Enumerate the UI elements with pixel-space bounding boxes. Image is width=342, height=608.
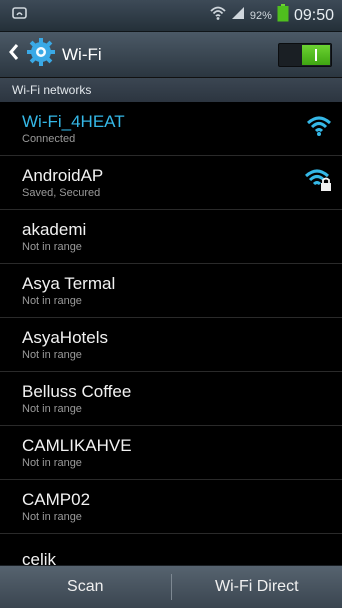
network-name: Asya Termal	[22, 274, 116, 293]
wifi-locked-icon	[304, 168, 332, 197]
network-status: Connected	[22, 133, 76, 145]
network-text: AndroidAP Saved, Secured	[22, 165, 103, 200]
status-bar: 92% 09:50	[0, 0, 342, 32]
page-title: Wi-Fi	[62, 44, 102, 64]
cell-signal-icon	[231, 6, 245, 25]
network-name: AndroidAP	[22, 166, 104, 185]
network-status: Not in range	[22, 241, 82, 253]
status-right: 92% 09:50	[210, 4, 334, 27]
battery-icon	[277, 4, 289, 27]
network-status: Saved, Secured	[22, 187, 101, 199]
notification-icon	[12, 6, 28, 25]
up-navigation[interactable]: Wi-Fi	[8, 37, 102, 72]
action-bar: Wi-Fi	[0, 32, 342, 78]
network-name: CAMP02	[22, 490, 91, 509]
network-status: Not in range	[22, 457, 82, 469]
toggle-on-indicator	[315, 48, 317, 61]
section-header: Wi-Fi networks	[0, 78, 342, 102]
toggle-knob	[302, 44, 330, 65]
network-text: celik	[22, 549, 56, 565]
bottom-bar: Scan Wi-Fi Direct	[0, 565, 342, 608]
network-text: Asya Termal Not in range	[22, 273, 115, 308]
gear-icon	[26, 37, 56, 72]
scan-button[interactable]: Scan	[0, 566, 171, 608]
network-item-camp02[interactable]: CAMP02 Not in range	[0, 480, 342, 534]
network-item-celik[interactable]: celik	[0, 534, 342, 565]
wifi-settings-screen: 92% 09:50 Wi-Fi Wi-Fi networks Wi-Fi_4HE…	[0, 0, 342, 608]
network-item-akademi[interactable]: akademi Not in range	[0, 210, 342, 264]
network-status: Not in range	[22, 349, 82, 361]
network-item-asya-termal[interactable]: Asya Termal Not in range	[0, 264, 342, 318]
network-name: CAMLIKAHVE	[22, 436, 132, 455]
network-text: CAMLIKAHVE Not in range	[22, 435, 132, 470]
wifi-direct-button[interactable]: Wi-Fi Direct	[172, 566, 342, 608]
chevron-left-icon	[8, 43, 20, 66]
network-name: akademi	[22, 220, 87, 239]
network-item-camlikahve[interactable]: CAMLIKAHVE Not in range	[0, 426, 342, 480]
clock: 09:50	[293, 6, 334, 24]
network-name: Belluss Coffee	[22, 382, 132, 401]
wifi-signal-icon	[210, 5, 226, 26]
network-list[interactable]: Wi-Fi_4HEAT Connected AndroidAP Saved, S…	[0, 102, 342, 565]
network-item-asyahotels[interactable]: AsyaHotels Not in range	[0, 318, 342, 372]
network-name: Wi-Fi_4HEAT	[22, 112, 125, 131]
network-text: Belluss Coffee Not in range	[22, 381, 131, 416]
network-text: CAMP02 Not in range	[22, 489, 90, 524]
network-text: AsyaHotels Not in range	[22, 327, 108, 362]
network-item-belluss-coffee[interactable]: Belluss Coffee Not in range	[0, 372, 342, 426]
network-status: Not in range	[22, 511, 82, 523]
network-status: Not in range	[22, 295, 82, 307]
network-name: celik	[22, 550, 57, 565]
wifi-toggle[interactable]	[278, 42, 332, 67]
network-status: Not in range	[22, 403, 82, 415]
wifi-strong-icon	[306, 115, 332, 142]
status-left	[12, 6, 28, 25]
network-item-androidap[interactable]: AndroidAP Saved, Secured	[0, 156, 342, 210]
network-item-wifi-4heat[interactable]: Wi-Fi_4HEAT Connected	[0, 102, 342, 156]
network-text: Wi-Fi_4HEAT Connected	[22, 111, 125, 146]
battery-percent: 92%	[249, 9, 272, 22]
network-text: akademi Not in range	[22, 219, 86, 254]
network-name: AsyaHotels	[22, 328, 108, 347]
